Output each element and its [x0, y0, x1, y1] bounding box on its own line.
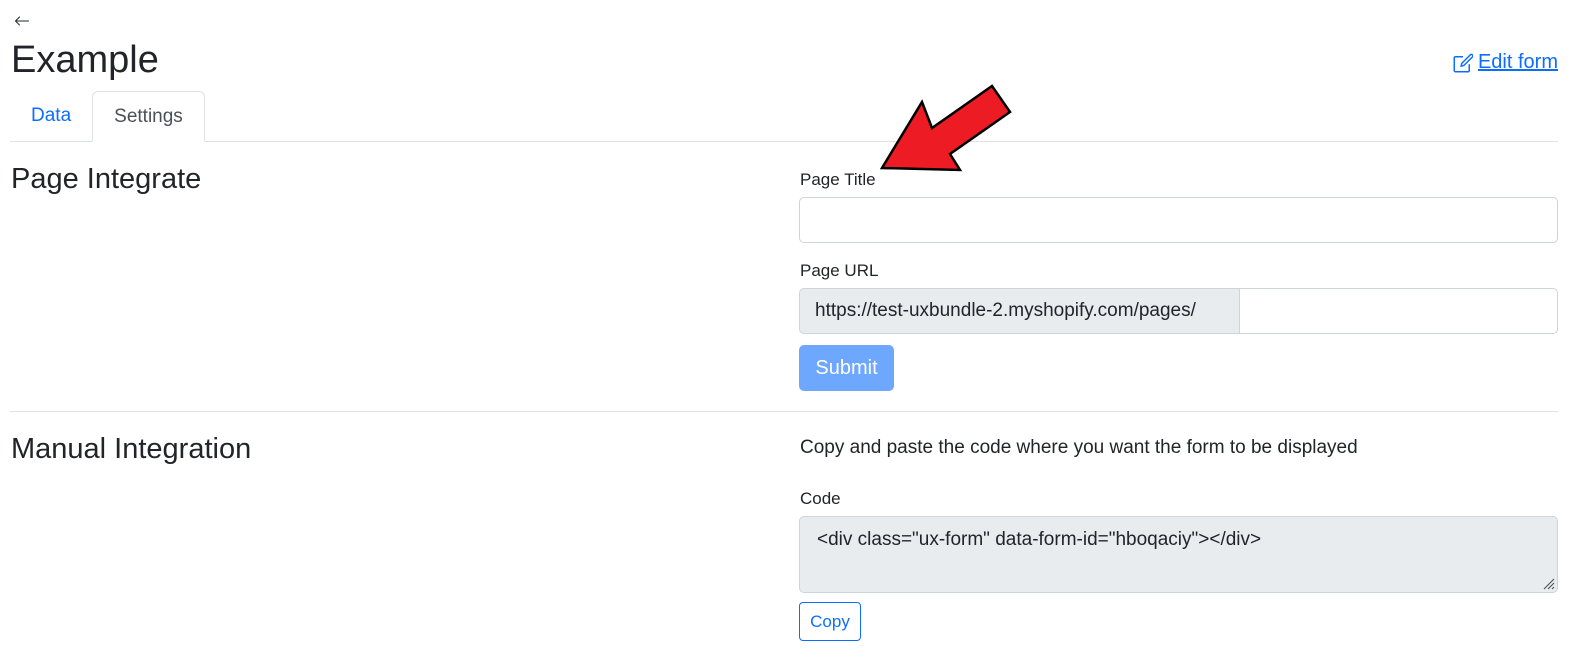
settings-page: Example Edit form Data Settings Page Int…	[0, 0, 1581, 663]
page-title-input[interactable]	[799, 197, 1558, 243]
arrow-left-icon	[15, 16, 29, 26]
page-url-label: Page URL	[800, 261, 879, 280]
tab-data[interactable]: Data	[10, 91, 92, 141]
manual-integration-help: Copy and paste the code where you want t…	[800, 437, 1358, 458]
page-title: Example	[11, 39, 159, 81]
code-textarea[interactable]: <div class="ux-form" data-form-id="hboqa…	[799, 516, 1558, 593]
tab-settings[interactable]: Settings	[92, 91, 205, 142]
page-title-label: Page Title	[800, 170, 876, 189]
section-divider	[10, 411, 1558, 412]
tab-bar: Data Settings	[10, 91, 1558, 142]
pencil-square-icon	[1453, 53, 1473, 72]
back-button[interactable]	[11, 10, 33, 32]
copy-button[interactable]: Copy	[799, 602, 861, 641]
page-url-group: https://test-uxbundle-2.myshopify.com/pa…	[799, 288, 1558, 334]
resize-grip-icon[interactable]	[1541, 576, 1555, 590]
edit-form-link[interactable]: Edit form	[1453, 51, 1558, 74]
submit-button[interactable]: Submit	[799, 345, 894, 391]
page-integrate-title: Page Integrate	[11, 163, 202, 195]
page-url-prefix: https://test-uxbundle-2.myshopify.com/pa…	[799, 288, 1239, 334]
code-snippet: <div class="ux-form" data-form-id="hboqa…	[817, 529, 1262, 550]
manual-integration-title: Manual Integration	[11, 433, 252, 465]
red-arrow-icon	[879, 84, 1012, 172]
edit-form-label: Edit form	[1477, 51, 1558, 73]
page-url-input[interactable]	[1239, 288, 1558, 334]
code-label: Code	[800, 489, 841, 508]
